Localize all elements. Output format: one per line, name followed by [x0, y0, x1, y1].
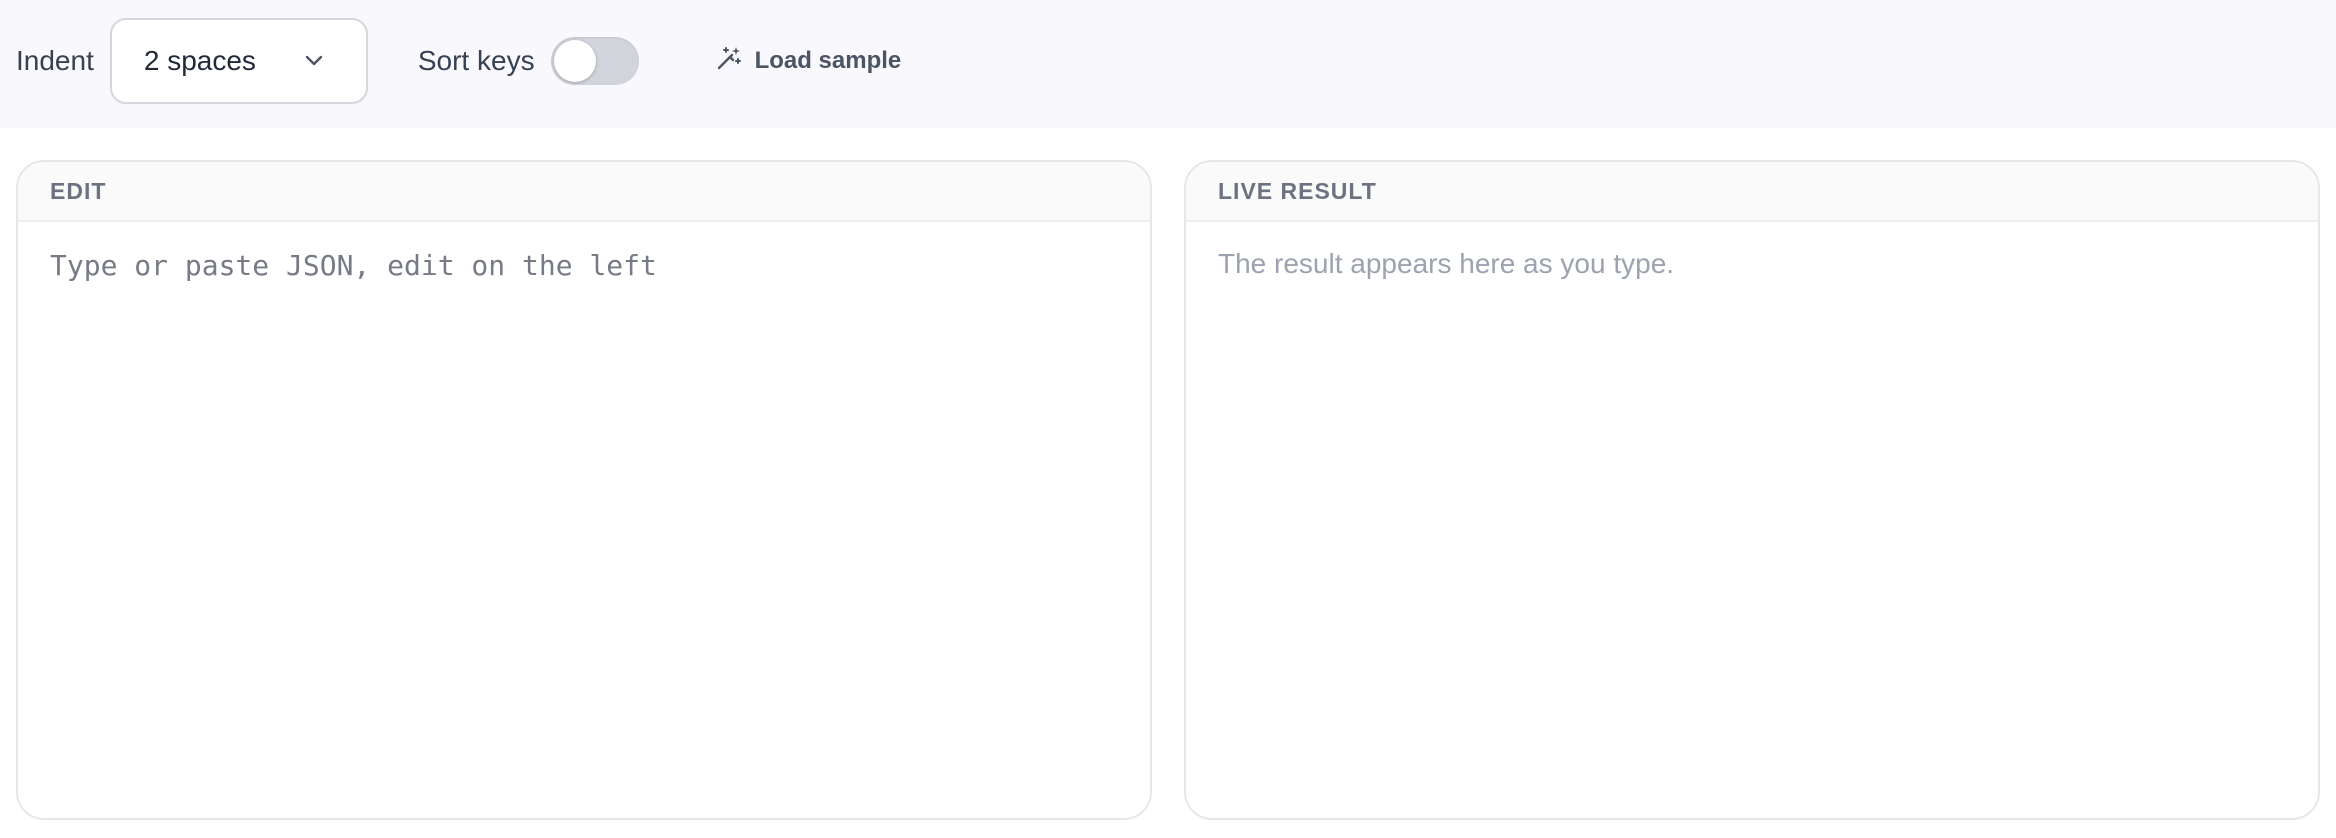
live-result-output: The result appears here as you type.: [1218, 248, 1675, 279]
indent-select[interactable]: 2 spaces: [109, 18, 368, 104]
load-sample-button[interactable]: Load sample: [715, 44, 902, 79]
edit-panel-title: EDIT: [18, 162, 1150, 222]
edit-panel: EDIT: [16, 160, 1152, 820]
indent-select-value: 2 spaces: [143, 45, 256, 76]
load-sample-label: Load sample: [754, 47, 902, 74]
magic-wand-icon: [715, 44, 743, 79]
toggle-knob: [553, 40, 596, 82]
indent-label: Indent: [16, 45, 94, 76]
json-editor-input[interactable]: [18, 222, 1150, 818]
live-result-title: LIVE RESULT: [1186, 162, 2318, 222]
chevron-down-icon: [304, 55, 324, 67]
sort-keys-label: Sort keys: [417, 45, 535, 76]
live-result-panel: LIVE RESULT The result appears here as y…: [1184, 160, 2320, 820]
sort-keys-toggle[interactable]: [550, 37, 639, 85]
toolbar: Indent 2 spaces Sort keys Load sample: [0, 0, 2336, 128]
